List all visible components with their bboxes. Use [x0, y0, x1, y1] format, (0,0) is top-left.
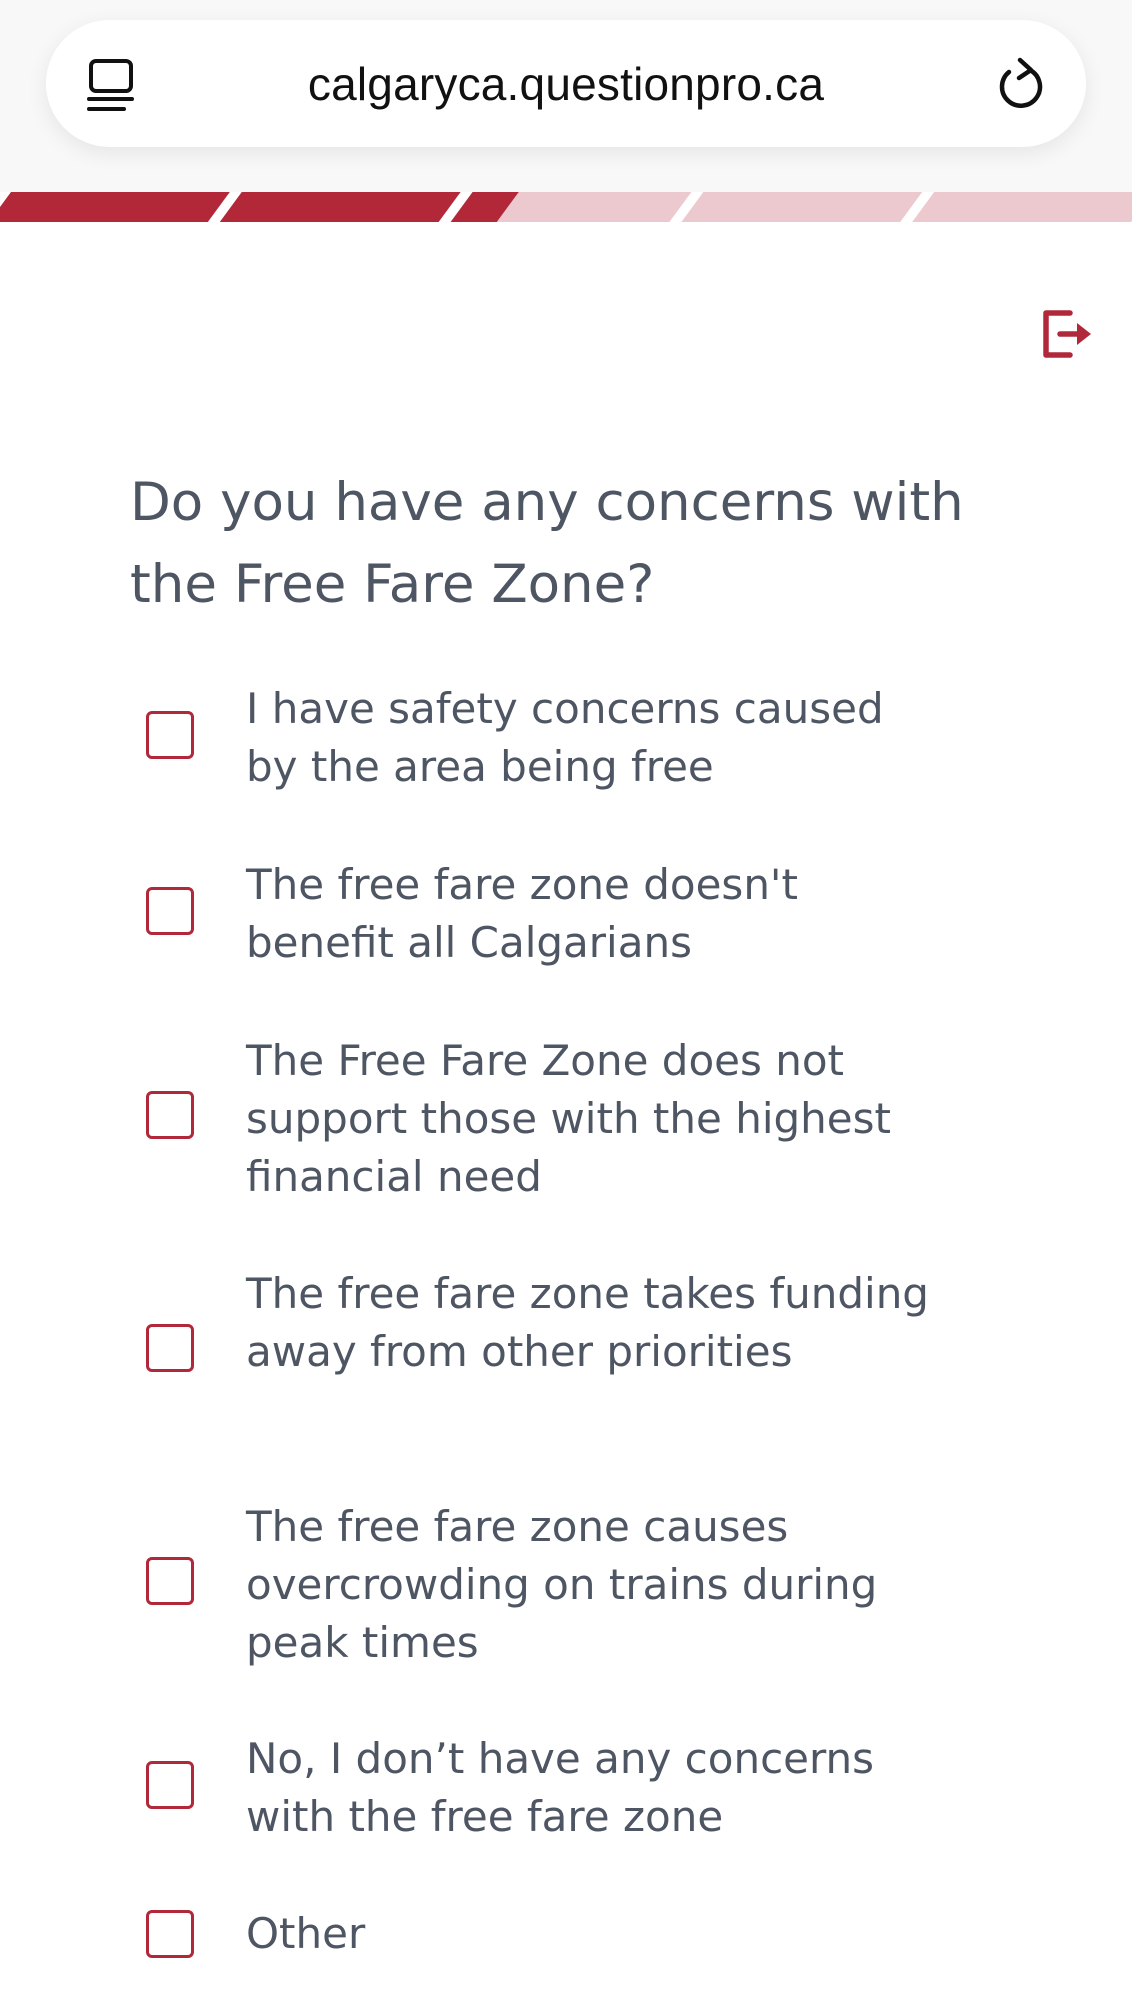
- exit-icon[interactable]: [1040, 308, 1094, 360]
- option-label: Other: [246, 1909, 366, 1958]
- browser-chrome: calgaryca.questionpro.ca: [0, 0, 1132, 192]
- checkbox[interactable]: [146, 1910, 194, 1958]
- checkbox[interactable]: [146, 1761, 194, 1809]
- progress-segment: [681, 192, 923, 222]
- checkbox[interactable]: [146, 1324, 194, 1372]
- option-label: The free fare zone causes overcrowding o…: [246, 1502, 878, 1667]
- progress-segment: [912, 192, 1132, 222]
- tabs-icon[interactable]: [86, 58, 136, 114]
- option-label: The free fare zone doesn't benefit all C…: [246, 860, 798, 967]
- url-text[interactable]: calgaryca.questionpro.ca: [200, 54, 932, 114]
- option-label: The free fare zone takes funding away fr…: [246, 1269, 929, 1376]
- options-list: I have safety concerns caused by the are…: [0, 0, 1132, 2000]
- checkbox[interactable]: [146, 1557, 194, 1605]
- progress-segment-fill: [219, 192, 461, 222]
- checkbox[interactable]: [146, 887, 194, 935]
- progress-bar: [0, 192, 1132, 222]
- checkbox[interactable]: [146, 1091, 194, 1139]
- option-label: No, I don’t have any concerns with the f…: [246, 1734, 875, 1841]
- checkbox[interactable]: [146, 711, 194, 759]
- option-label: I have safety concerns caused by the are…: [246, 684, 884, 791]
- progress-segment-fill: [0, 192, 230, 222]
- question-title: Do you have any concerns with the Free F…: [130, 472, 964, 615]
- reload-icon[interactable]: [996, 56, 1048, 112]
- option-label: The Free Fare Zone does not support thos…: [246, 1036, 891, 1201]
